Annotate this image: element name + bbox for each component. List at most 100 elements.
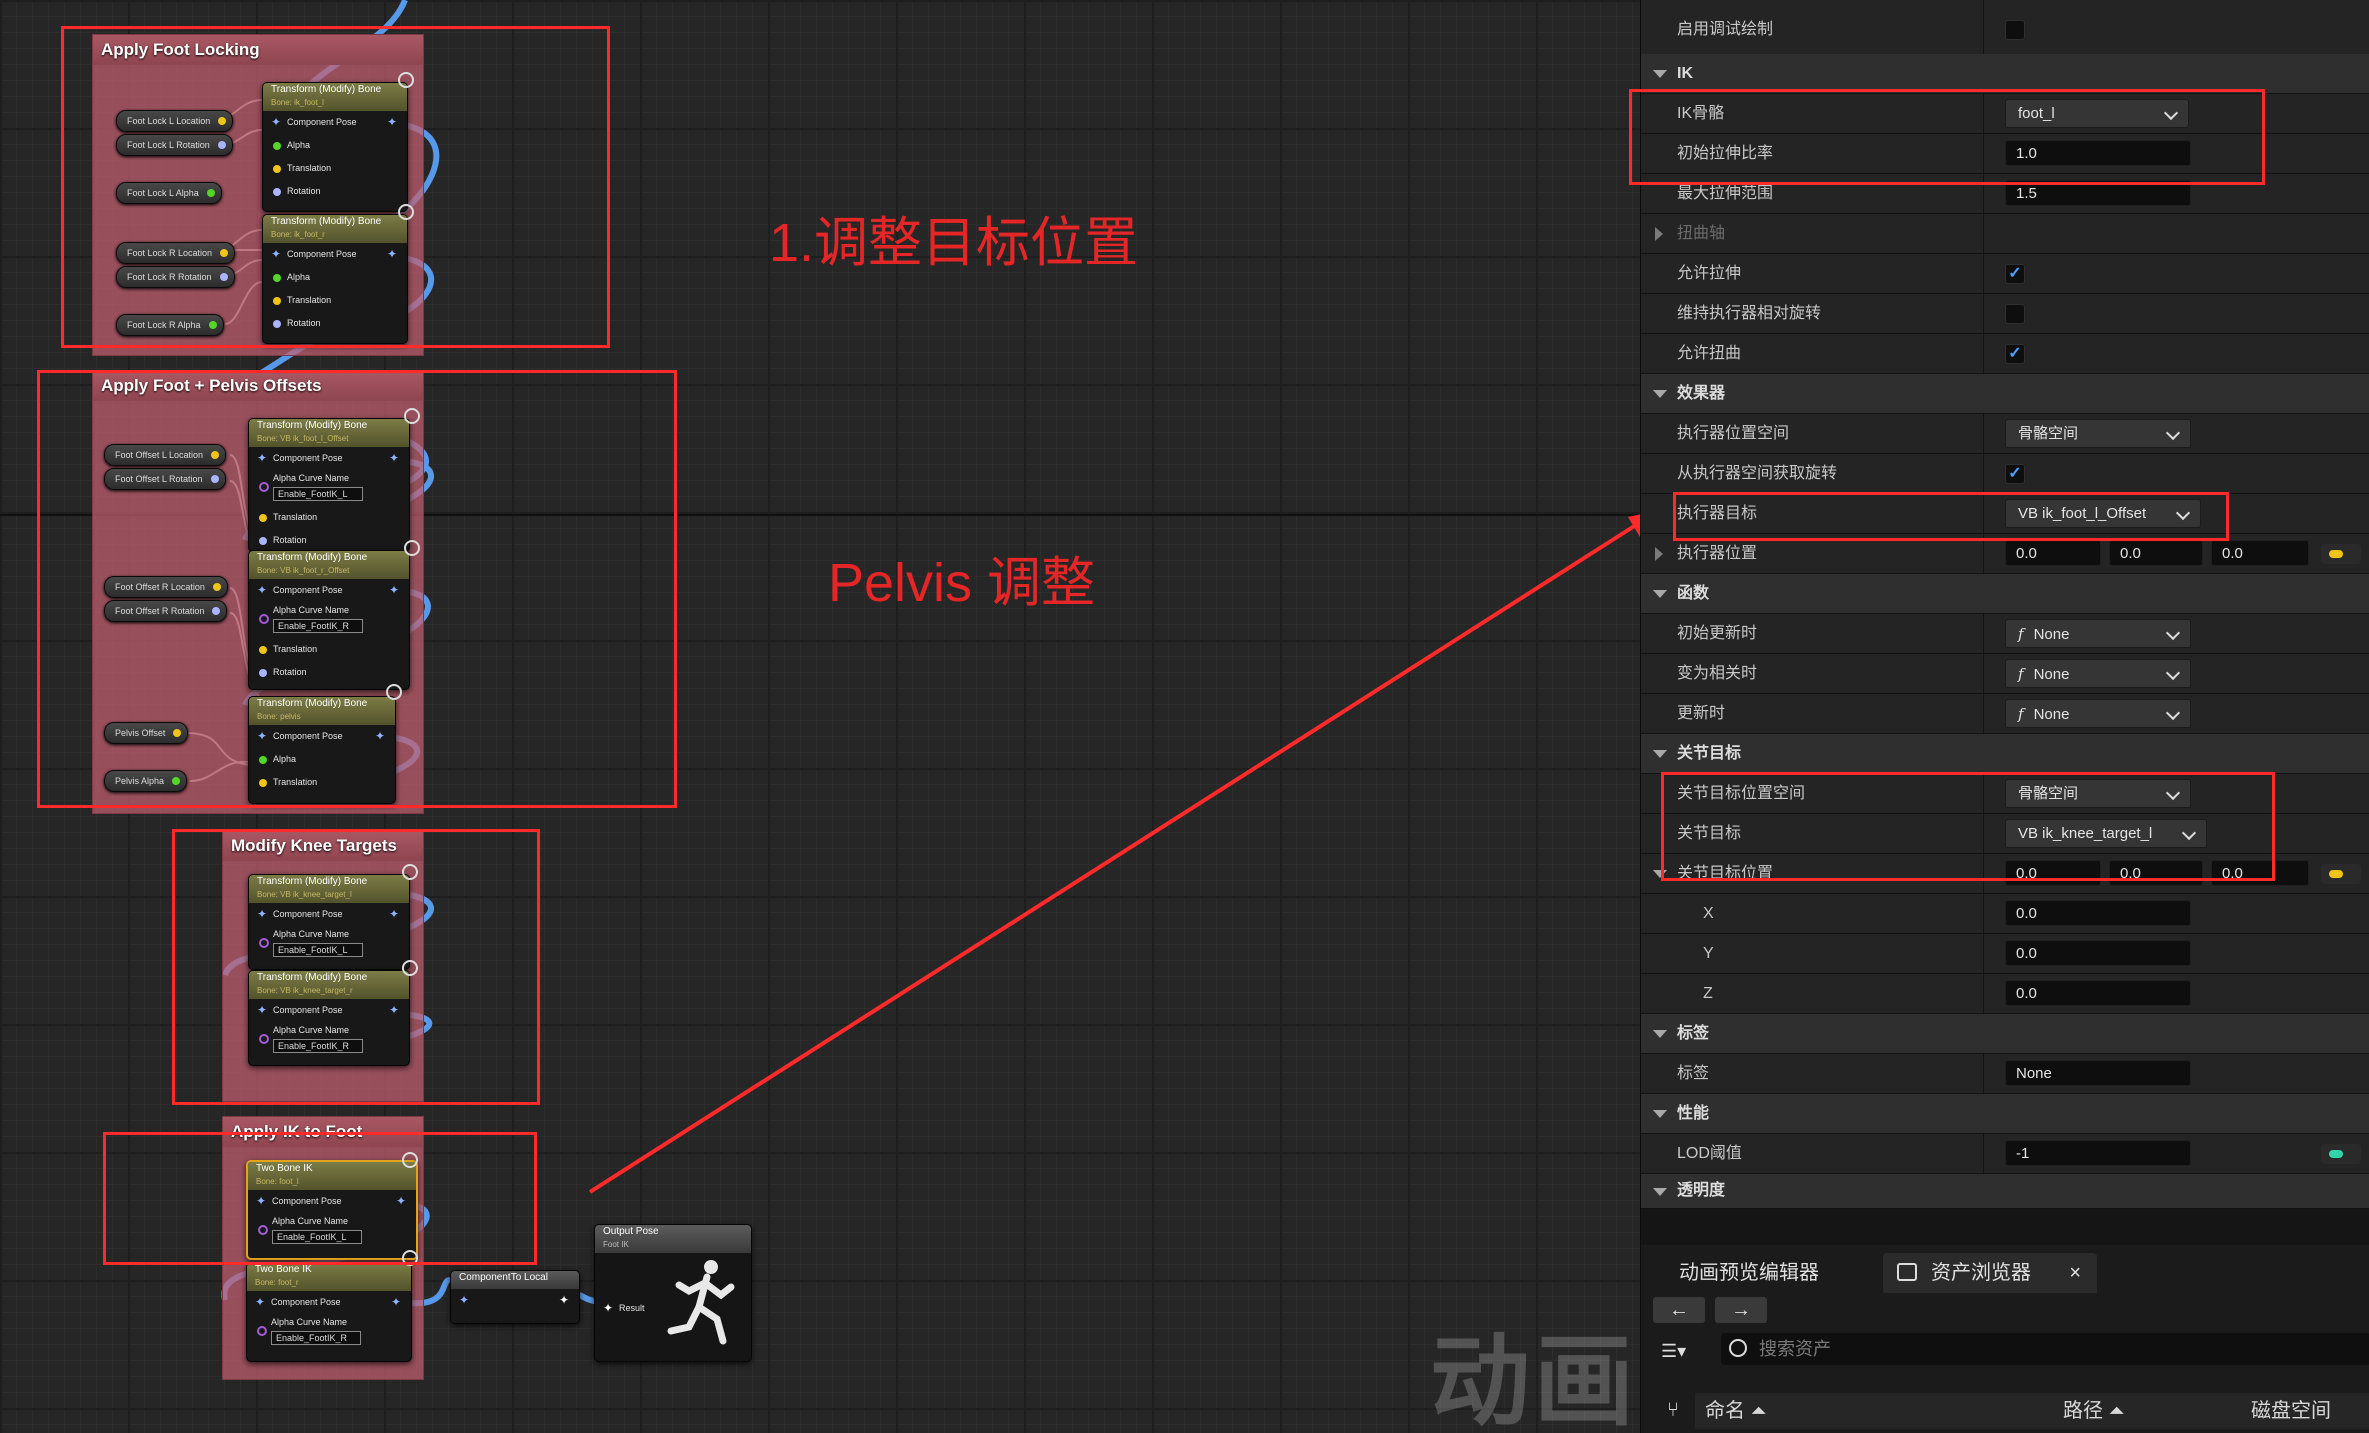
allow-twist-checkbox[interactable]: ✓: [2005, 344, 2025, 364]
annotation-pelvis: Pelvis 调整: [828, 553, 1096, 613]
pose-output-icon: ✦: [558, 1293, 569, 1307]
section-effector[interactable]: 效果器: [1641, 374, 2369, 414]
alpha-curve-pin[interactable]: Alpha Curve Name Enable_FootIK_R: [247, 1314, 411, 1350]
column-header-path[interactable]: 路径 ⏶: [2053, 1393, 2245, 1429]
section-joint-target[interactable]: 关节目标: [1641, 734, 2369, 774]
node-title: ComponentTo Local: [459, 1272, 548, 1283]
chevron-down-icon: [2165, 625, 2181, 641]
pin-toggle[interactable]: [2321, 1144, 2361, 1164]
highlight-offsets: [37, 370, 677, 808]
effector-y-field[interactable]: 0.0: [2109, 540, 2203, 566]
running-mannequin-icon: [667, 1260, 735, 1345]
allow-stretch-checkbox[interactable]: ✓: [2005, 264, 2025, 284]
filter-icon[interactable]: ☰▾: [1661, 1339, 1701, 1363]
row-joint-y: Y 0.0: [1641, 934, 2369, 974]
sort-icon: ⏶: [1750, 1400, 1767, 1422]
section-tag[interactable]: 标签: [1641, 1014, 2369, 1054]
row-on-update: 更新时 f None: [1641, 694, 2369, 734]
highlight-joint-target: [1661, 772, 2275, 881]
row-keep-relative-rotation: 维持执行器相对旋转: [1641, 294, 2369, 334]
watermark: 动画: [1430, 1323, 1638, 1433]
asset-browser-area: 动画预览编辑器 资产浏览器 × ← → ☰▾ 搜索资产 ⑂ 命名 ⏶ 路径 ⏶ …: [1641, 1245, 2369, 1433]
highlight-effector-target: [1673, 492, 2229, 541]
node-subtitle: Bone: foot_r: [255, 1278, 299, 1287]
section-alpha[interactable]: 透明度: [1641, 1174, 2369, 1209]
details-panel[interactable]: 启用调试绘制 IK IK骨骼 foot_l 初始拉伸比率 1.0 最大拉伸范围 1.5…: [1629, 0, 2369, 1433]
tab-asset-browser[interactable]: 资产浏览器 ×: [1883, 1253, 2097, 1293]
collapse-icon: [1653, 1188, 1667, 1196]
joint-x-value[interactable]: 0.0: [2005, 900, 2191, 926]
row-effector-space: 执行器位置空间 骨骼空间: [1641, 414, 2369, 454]
section-ik[interactable]: IK: [1641, 54, 2369, 94]
debug-draw-checkbox[interactable]: [2005, 20, 2025, 40]
search-placeholder: 搜索资产: [1759, 1339, 1831, 1359]
collapse-icon: [1653, 750, 1667, 758]
tag-field[interactable]: None: [2005, 1060, 2191, 1086]
row-lod: LOD阈值 -1: [1641, 1134, 2369, 1174]
row-debug-draw: 启用调试绘制: [1641, 0, 2369, 57]
highlight-ik-to-foot: [103, 1132, 537, 1265]
row-allow-stretch: 允许拉伸 ✓: [1641, 254, 2369, 294]
collapse-icon: [1653, 590, 1667, 598]
tab-anim-preview[interactable]: 动画预览编辑器: [1661, 1253, 1837, 1293]
pin-toggle[interactable]: [2321, 544, 2361, 564]
row-tag: 标签 None: [1641, 1054, 2369, 1094]
sort-icon: ⏶: [2108, 1400, 2125, 1422]
forward-button[interactable]: →: [1715, 1297, 1767, 1323]
effector-space-dropdown[interactable]: 骨骼空间: [2005, 419, 2191, 448]
column-header-disk[interactable]: 磁盘空间: [2241, 1393, 2369, 1429]
row-allow-twist: 允许扭曲 ✓: [1641, 334, 2369, 374]
node-title: Output Pose: [603, 1226, 659, 1237]
highlight-ik-bone: [1629, 89, 2265, 185]
row-twist-axis[interactable]: 扭曲轴: [1641, 214, 2369, 254]
lod-field[interactable]: -1: [2005, 1140, 2191, 1166]
on-update-dropdown[interactable]: f None: [2005, 699, 2191, 728]
pose-icon: ✦: [459, 1293, 470, 1307]
tab-label: 资产浏览器: [1931, 1262, 2031, 1284]
column-header-name[interactable]: 命名 ⏶: [1695, 1393, 2057, 1429]
two-bone-ik-node-r[interactable]: Two Bone IK Bone: foot_r ✦ Component Pose ✦…: [246, 1262, 412, 1362]
chevron-down-icon: [2165, 705, 2181, 721]
pose-icon: ✦: [255, 1295, 266, 1309]
conversion-pins[interactable]: ✦ ✦: [451, 1289, 579, 1312]
expand-icon: [1655, 547, 1663, 561]
output-pose-node[interactable]: Output Pose Foot IK ✦ Result: [594, 1224, 752, 1362]
branch-icon[interactable]: ⑂: [1667, 1399, 1679, 1422]
function-icon: f: [2018, 665, 2024, 683]
collapse-icon: [1653, 390, 1667, 398]
joint-z-value[interactable]: 0.0: [2005, 980, 2191, 1006]
collapse-icon: [1653, 1110, 1667, 1118]
pin-toggle[interactable]: [2321, 864, 2361, 884]
pose-icon: ✦: [603, 1301, 614, 1315]
initial-update-dropdown[interactable]: f None: [2005, 619, 2191, 648]
chevron-down-icon: [2165, 425, 2181, 441]
section-functions[interactable]: 函数: [1641, 574, 2369, 614]
row-joint-z: Z 0.0: [1641, 974, 2369, 1014]
component-pose-pin[interactable]: ✦ Component Pose ✦: [247, 1291, 411, 1314]
row-effector-take-rotation: 从执行器空间获取旋转 ✓: [1641, 454, 2369, 494]
collapse-icon: [1653, 70, 1667, 78]
function-icon: f: [2018, 705, 2024, 723]
section-performance[interactable]: 性能: [1641, 1094, 2369, 1134]
become-relevant-dropdown[interactable]: f None: [2005, 659, 2191, 688]
curve-name-field[interactable]: Enable_FootIK_R: [271, 1331, 361, 1345]
keep-rotation-checkbox[interactable]: [2005, 304, 2025, 324]
function-icon: f: [2018, 625, 2024, 643]
effector-x-field[interactable]: 0.0: [2005, 540, 2101, 566]
row-initial-update: 初始更新时 f None: [1641, 614, 2369, 654]
annotation-adjust-target: 1.调整目标位置: [769, 213, 1139, 273]
highlight-knee-targets: [172, 829, 540, 1105]
back-button[interactable]: ←: [1653, 1297, 1705, 1323]
effector-z-field[interactable]: 0.0: [2211, 540, 2309, 566]
take-rotation-checkbox[interactable]: ✓: [2005, 464, 2025, 484]
component-to-local-node[interactable]: ComponentTo Local ✦ ✦: [450, 1270, 580, 1324]
joint-y-value[interactable]: 0.0: [2005, 940, 2191, 966]
anim-graph-canvas[interactable]: Apply Foot Locking Transform (Modify) Bo…: [0, 0, 1640, 1433]
asset-search-input[interactable]: 搜索资产: [1721, 1333, 2369, 1365]
highlight-foot-locking: [61, 26, 610, 348]
row-joint-x: X 0.0: [1641, 894, 2369, 934]
chevron-down-icon: [2165, 665, 2181, 681]
close-icon[interactable]: ×: [2069, 1253, 2081, 1293]
asset-browser-icon: [1897, 1263, 1917, 1281]
search-icon: [1729, 1339, 1747, 1357]
